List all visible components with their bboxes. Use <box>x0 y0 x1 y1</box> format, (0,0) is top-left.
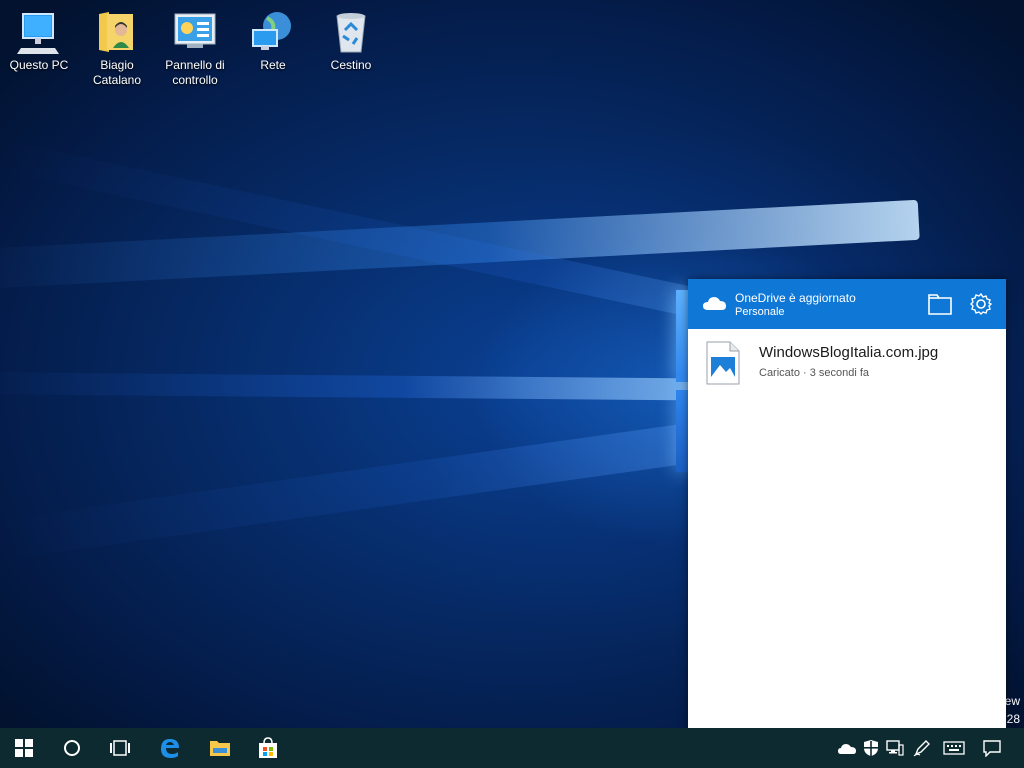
recycle-bin-icon <box>336 13 366 53</box>
light-beam <box>0 419 716 560</box>
onedrive-cloud-icon <box>703 297 726 310</box>
pen-icon <box>913 740 930 757</box>
edge-browser-icon <box>161 739 179 758</box>
desktop-icon-label: Cestino <box>330 58 372 72</box>
tray-keyboard[interactable] <box>942 728 966 768</box>
taskbar <box>0 728 1024 768</box>
action-center-icon <box>983 740 1001 757</box>
image-file-icon <box>706 341 740 385</box>
edge-browser-button[interactable] <box>146 728 194 768</box>
file-status: Caricato · 3 secondi fa <box>759 367 870 379</box>
logo-pane <box>676 390 688 472</box>
onedrive-account: Personale <box>735 306 785 318</box>
file-explorer-icon <box>210 741 230 756</box>
tray-network[interactable] <box>883 728 907 768</box>
desktop-icon-network[interactable]: Rete <box>234 0 312 73</box>
clipped-desktop-text: 28 <box>1006 712 1020 726</box>
onedrive-header: OneDrive è aggiornato Personale <box>688 279 1006 329</box>
task-view-icon <box>110 740 130 756</box>
user-folder-icon <box>99 12 133 52</box>
desktop-icon-recycle-bin[interactable]: Cestino <box>312 0 390 73</box>
desktop-icon-label: Questo PC <box>9 58 69 72</box>
desktop-icon-label: Rete <box>260 58 286 72</box>
onedrive-flyout: OneDrive è aggiornato Personale WindowsB… <box>688 279 1006 728</box>
desktop-icon-control-panel[interactable]: Pannello di controllo <box>156 0 234 88</box>
store-icon <box>259 737 277 758</box>
search-button[interactable] <box>48 728 96 768</box>
clipped-desktop-text: ew <box>1004 694 1020 708</box>
control-panel-icon <box>174 13 216 48</box>
keyboard-icon <box>943 741 965 755</box>
open-folder-icon[interactable] <box>928 293 952 315</box>
file-name: WindowsBlogItalia.com.jpg <box>759 344 939 361</box>
store-button[interactable] <box>244 728 292 768</box>
desktop-icon-label: Biagio Catalano <box>92 58 142 87</box>
start-icon <box>15 739 33 757</box>
tray-action-center[interactable] <box>980 728 1004 768</box>
desktop-icon-this-pc[interactable]: Questo PC <box>0 0 78 73</box>
tray-defender[interactable] <box>859 728 883 768</box>
settings-gear-icon[interactable] <box>970 293 992 315</box>
defender-shield-icon <box>864 740 878 756</box>
desktop-icon-label: Pannello di controllo <box>165 58 225 87</box>
onedrive-status-title: OneDrive è aggiornato <box>735 291 856 305</box>
computer-icon <box>17 13 59 54</box>
desktop-icon-user-folder[interactable]: Biagio Catalano <box>78 0 156 88</box>
network-icon <box>252 12 291 50</box>
start-button[interactable] <box>0 728 48 768</box>
onedrive-cloud-icon <box>838 743 856 754</box>
tray-onedrive[interactable] <box>835 728 859 768</box>
logo-pane <box>676 290 688 382</box>
tray-pen[interactable] <box>910 728 934 768</box>
network-icon <box>886 740 904 756</box>
search-circle-icon <box>64 740 80 756</box>
file-explorer-button[interactable] <box>196 728 244 768</box>
task-view-button[interactable] <box>96 728 144 768</box>
file-list-item[interactable]: WindowsBlogItalia.com.jpg Caricato · 3 s… <box>688 329 1006 389</box>
light-beam <box>0 372 701 401</box>
